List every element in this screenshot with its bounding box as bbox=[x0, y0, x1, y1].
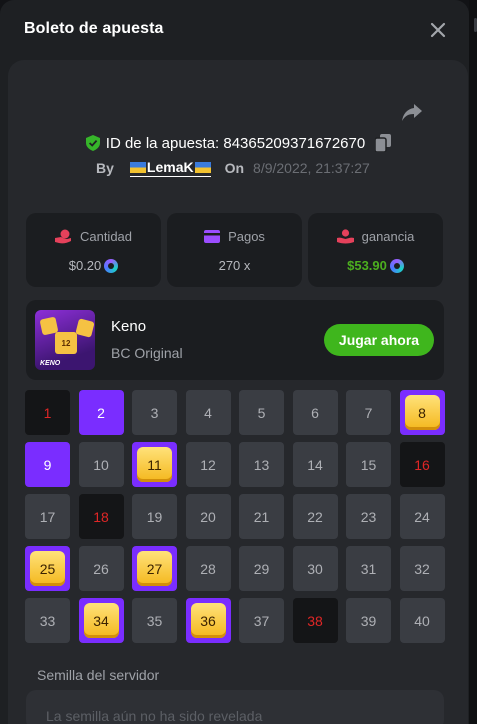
keno-cell: 11 bbox=[132, 442, 177, 487]
profit-icon bbox=[336, 229, 354, 244]
stat-payout: Pagos 270 x bbox=[167, 213, 302, 287]
keno-cell: 27 bbox=[132, 546, 177, 591]
keno-cell: 14 bbox=[292, 442, 338, 487]
bet-date: 8/9/2022, 21:37:27 bbox=[253, 160, 370, 176]
stat-value: 270 x bbox=[218, 258, 251, 273]
keno-cell: 2 bbox=[78, 390, 124, 435]
gem-hit-icon: 11 bbox=[137, 447, 172, 482]
game-card: 12 KENO Keno BC Original Jugar ahora bbox=[26, 300, 444, 380]
keno-cell: 35 bbox=[132, 598, 177, 643]
coins-hand-icon bbox=[54, 229, 71, 244]
keno-cell: 39 bbox=[346, 598, 391, 643]
keno-cell: 28 bbox=[185, 546, 231, 591]
gem-hit-icon: 36 bbox=[190, 603, 226, 638]
stat-amount: Cantidad $0.20 bbox=[26, 213, 161, 287]
currency-coin-icon bbox=[389, 258, 404, 273]
keno-cell: 23 bbox=[346, 494, 391, 539]
thumb-tile-main: 12 bbox=[55, 332, 77, 354]
modal-header: Boleto de apuesta bbox=[0, 0, 469, 60]
bet-slip-modal: Boleto de apuesta ID de la apuesta: 8436… bbox=[0, 0, 469, 724]
stat-label: Pagos bbox=[228, 229, 265, 244]
stat-value: $53.90 bbox=[347, 258, 387, 273]
gem-hit-icon: 34 bbox=[83, 603, 119, 638]
copy-icon[interactable] bbox=[375, 134, 392, 152]
keno-cell: 24 bbox=[399, 494, 445, 539]
keno-cell: 9 bbox=[25, 442, 70, 487]
bet-id: ID de la apuesta: 84365209371672670 bbox=[105, 134, 366, 152]
keno-cell: 17 bbox=[25, 494, 70, 539]
gem-hit-icon: 27 bbox=[137, 551, 172, 586]
keno-cell: 5 bbox=[239, 390, 284, 435]
game-subtitle: BC Original bbox=[111, 345, 183, 361]
card-icon bbox=[204, 230, 221, 243]
server-seed-label: Semilla del servidor bbox=[37, 667, 160, 683]
gem-hit-icon: 8 bbox=[404, 395, 440, 430]
keno-cell: 7 bbox=[346, 390, 391, 435]
keno-cell: 18 bbox=[78, 494, 124, 539]
keno-cell: 3 bbox=[132, 390, 177, 435]
modal-title: Boleto de apuesta bbox=[24, 20, 164, 37]
stat-label: ganancia bbox=[361, 229, 415, 244]
verified-shield-icon bbox=[85, 135, 100, 151]
keno-cell: 33 bbox=[25, 598, 70, 643]
keno-cell: 16 bbox=[399, 442, 445, 487]
keno-cell: 8 bbox=[399, 390, 445, 435]
keno-cell: 34 bbox=[78, 598, 124, 643]
keno-thumbnail: 12 KENO bbox=[35, 310, 95, 370]
keno-cell: 6 bbox=[292, 390, 338, 435]
bet-id-row: ID de la apuesta: 84365209371672670 bbox=[0, 132, 469, 154]
keno-cell: 19 bbox=[132, 494, 177, 539]
gem-hit-icon: 25 bbox=[30, 551, 65, 586]
game-name: Keno bbox=[111, 318, 147, 335]
stat-profit: ganancia $53.90 bbox=[308, 213, 443, 287]
ukraine-flag-icon bbox=[129, 161, 146, 173]
keno-cell: 10 bbox=[78, 442, 124, 487]
keno-cell: 38 bbox=[292, 598, 338, 643]
bet-author-row: By LemaK On 8/9/2022, 21:37:27 bbox=[96, 158, 370, 178]
keno-cell: 22 bbox=[292, 494, 338, 539]
on-label: On bbox=[224, 160, 245, 176]
thumb-word: KENO bbox=[40, 360, 61, 367]
stat-label: Cantidad bbox=[79, 229, 133, 244]
keno-cell: 13 bbox=[239, 442, 284, 487]
keno-cell: 4 bbox=[185, 390, 231, 435]
keno-cell: 20 bbox=[185, 494, 231, 539]
username-link[interactable]: LemaK bbox=[129, 159, 211, 177]
keno-cell: 29 bbox=[239, 546, 284, 591]
currency-coin-icon bbox=[104, 258, 119, 273]
keno-cell: 32 bbox=[399, 546, 445, 591]
scrollbar[interactable] bbox=[469, 0, 477, 724]
share-icon[interactable] bbox=[400, 101, 424, 123]
keno-cell: 25 bbox=[25, 546, 70, 591]
keno-cell: 21 bbox=[239, 494, 284, 539]
ukraine-flag-icon bbox=[194, 161, 211, 173]
keno-cell: 12 bbox=[185, 442, 231, 487]
close-icon[interactable] bbox=[426, 18, 450, 42]
keno-cell: 26 bbox=[78, 546, 124, 591]
server-seed-text: La semilla aún no ha sido revelada bbox=[46, 708, 263, 724]
stat-value: $0.20 bbox=[68, 258, 102, 273]
username: LemaK bbox=[146, 159, 194, 175]
by-label: By bbox=[96, 160, 114, 176]
keno-cell: 15 bbox=[346, 442, 391, 487]
play-now-button[interactable]: Jugar ahora bbox=[324, 324, 434, 356]
thumb-tile bbox=[75, 318, 95, 338]
keno-cell: 40 bbox=[399, 598, 445, 643]
keno-cell: 30 bbox=[292, 546, 338, 591]
keno-cell: 37 bbox=[239, 598, 284, 643]
keno-cell: 1 bbox=[25, 390, 70, 435]
keno-cell: 31 bbox=[346, 546, 391, 591]
server-seed-field: La semilla aún no ha sido revelada bbox=[26, 690, 444, 724]
keno-cell: 36 bbox=[185, 598, 231, 643]
